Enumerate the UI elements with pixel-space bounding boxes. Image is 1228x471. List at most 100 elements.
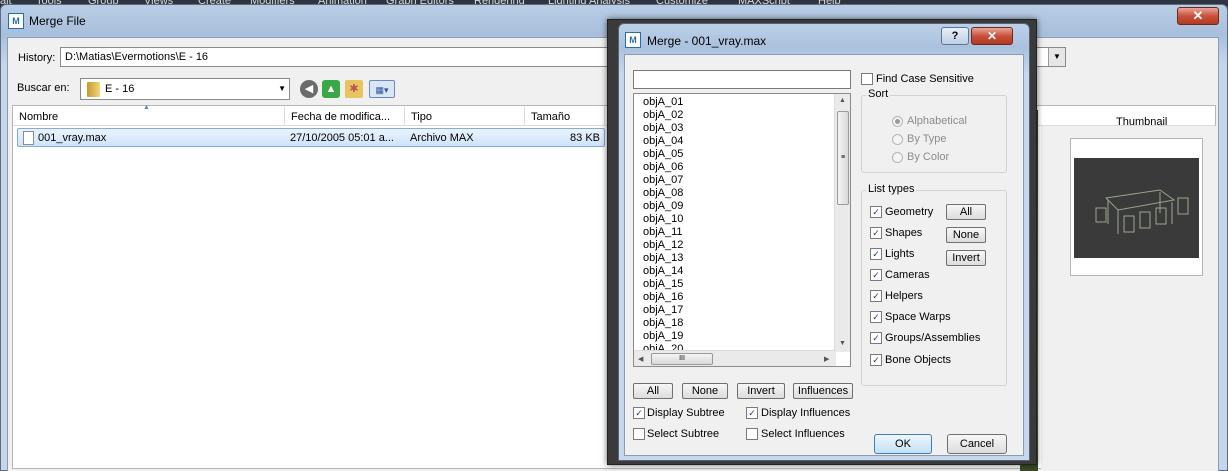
select-influences-label: Select Influences xyxy=(761,428,845,440)
scroll-right-icon[interactable]: ▶ xyxy=(824,355,829,363)
new-folder-icon[interactable]: ✱ xyxy=(345,80,363,98)
vertical-scrollbar[interactable]: ▲ ≡ ▼ xyxy=(834,94,850,352)
ok-button[interactable]: OK xyxy=(874,434,932,454)
file-row[interactable]: 001_vray.max 27/10/2005 05:01 a... Archi… xyxy=(17,128,605,147)
select-all-button[interactable]: All xyxy=(633,383,673,399)
object-list[interactable]: objA_01 objA_02 objA_03 objA_04 objA_05 … xyxy=(633,93,851,367)
column-header-size[interactable]: Tamaño xyxy=(525,106,605,126)
app-icon: M xyxy=(8,13,24,29)
column-header-date[interactable]: Fecha de modifica... xyxy=(285,106,405,126)
groups-assemblies-checkbox[interactable]: ✓ xyxy=(870,332,882,344)
select-invert-button[interactable]: Invert xyxy=(737,383,785,399)
close-button[interactable]: ✕ xyxy=(971,27,1013,45)
scroll-up-icon[interactable]: ▲ xyxy=(839,97,846,104)
list-item[interactable]: objA_13 xyxy=(643,252,683,265)
list-item[interactable]: objA_18 xyxy=(643,317,683,330)
bone-objects-label: Bone Objects xyxy=(885,354,952,366)
display-influences-label: Display Influences xyxy=(761,407,851,419)
list-item[interactable]: objA_12 xyxy=(643,239,683,252)
sort-group: Sort Alphabetical By Type By Color xyxy=(861,88,1007,173)
sort-group-title: Sort xyxy=(866,88,891,100)
select-subtree-label: Select Subtree xyxy=(647,428,720,440)
sort-by-color-radio[interactable] xyxy=(892,152,903,163)
lights-checkbox[interactable]: ✓ xyxy=(870,248,882,260)
space-warps-checkbox[interactable]: ✓ xyxy=(870,311,882,323)
bone-objects-checkbox[interactable]: ✓ xyxy=(870,354,882,366)
find-case-sensitive-checkbox[interactable] xyxy=(861,73,873,85)
space-warps-label: Space Warps xyxy=(885,311,951,323)
list-item[interactable]: objA_07 xyxy=(643,174,683,187)
up-folder-icon[interactable]: ▲ xyxy=(322,80,340,98)
list-item[interactable]: objA_04 xyxy=(643,135,683,148)
select-subtree-checkbox[interactable] xyxy=(633,428,645,440)
select-influences-checkbox[interactable] xyxy=(746,428,758,440)
dialog-title: Merge - 001_vray.max xyxy=(647,34,767,48)
cameras-label: Cameras xyxy=(885,269,930,281)
chevron-down-icon[interactable]: ▼ xyxy=(1048,48,1065,66)
scroll-thumb[interactable]: ≡ xyxy=(837,111,849,205)
helpers-checkbox[interactable]: ✓ xyxy=(870,290,882,302)
cancel-button[interactable]: Cancel xyxy=(947,434,1007,454)
horizontal-scrollbar[interactable]: ◀ III ▶ xyxy=(634,350,836,366)
display-influences-checkbox[interactable]: ✓ xyxy=(746,407,758,419)
list-types-invert-button[interactable]: Invert xyxy=(946,250,986,266)
display-subtree-checkbox[interactable]: ✓ xyxy=(633,407,645,419)
scroll-down-icon[interactable]: ▼ xyxy=(839,340,846,347)
thumbnail-panel xyxy=(1070,138,1203,276)
back-icon[interactable]: ◀ xyxy=(300,80,318,98)
views-menu-icon[interactable]: ▦▾ xyxy=(369,80,395,98)
history-value: D:\Matias\Evermotions\E - 16 xyxy=(65,51,209,63)
groups-assemblies-label: Groups/Assemblies xyxy=(885,332,981,344)
sort-by-color-label: By Color xyxy=(907,151,950,163)
filter-input[interactable] xyxy=(633,70,851,89)
file-date: 27/10/2005 05:01 a... xyxy=(290,132,394,144)
cameras-checkbox[interactable]: ✓ xyxy=(870,269,882,281)
list-item[interactable]: objA_09 xyxy=(643,200,683,213)
list-item[interactable]: objA_05 xyxy=(643,148,683,161)
file-size: 83 KB xyxy=(570,132,600,144)
lookin-combobox[interactable]: E - 16 ▼ xyxy=(80,78,290,100)
geometry-checkbox[interactable]: ✓ xyxy=(870,206,882,218)
list-item[interactable]: objA_02 xyxy=(643,109,683,122)
list-item[interactable]: objA_11 xyxy=(643,226,683,239)
window-title: Merge File xyxy=(29,14,86,28)
list-item[interactable]: objA_19 xyxy=(643,330,683,343)
list-types-all-button[interactable]: All xyxy=(946,204,986,220)
chevron-down-icon[interactable]: ▼ xyxy=(278,84,286,93)
sort-by-type-label: By Type xyxy=(907,133,947,145)
lookin-value: E - 16 xyxy=(105,83,135,95)
list-item[interactable]: objA_15 xyxy=(643,278,683,291)
lights-label: Lights xyxy=(885,248,915,260)
dialog-frame: M Merge - 001_vray.max ? ✕ objA_01 objA_… xyxy=(618,23,1030,461)
display-subtree-label: Display Subtree xyxy=(647,407,725,419)
list-types-none-button[interactable]: None xyxy=(946,227,986,243)
shapes-checkbox[interactable]: ✓ xyxy=(870,227,882,239)
sort-by-type-radio[interactable] xyxy=(892,134,903,145)
column-header-name[interactable]: ▲ Nombre xyxy=(13,104,285,126)
list-item[interactable]: objA_14 xyxy=(643,265,683,278)
column-header-type[interactable]: Tipo xyxy=(405,106,525,126)
select-influences-button[interactable]: Influences xyxy=(793,383,853,399)
list-item[interactable]: objA_10 xyxy=(643,213,683,226)
list-item[interactable]: objA_06 xyxy=(643,161,683,174)
help-button[interactable]: ? xyxy=(941,27,969,45)
sort-alphabetical-label: Alphabetical xyxy=(907,115,967,127)
close-button[interactable]: ✕ xyxy=(1177,7,1219,25)
list-item[interactable]: objA_16 xyxy=(643,291,683,304)
shapes-label: Shapes xyxy=(885,227,923,239)
list-item[interactable]: objA_03 xyxy=(643,122,683,135)
app-icon: M xyxy=(625,32,641,48)
file-type: Archivo MAX xyxy=(410,132,474,144)
list-item[interactable]: objA_08 xyxy=(643,187,683,200)
find-case-sensitive-label: Find Case Sensitive xyxy=(876,73,974,85)
list-item[interactable]: objA_01 xyxy=(643,96,683,109)
list-types-group-title: List types xyxy=(866,183,917,195)
scroll-left-icon[interactable]: ◀ xyxy=(638,355,643,363)
sort-alphabetical-radio[interactable] xyxy=(892,116,903,127)
select-none-button[interactable]: None xyxy=(682,383,728,399)
list-item[interactable]: objA_17 xyxy=(643,304,683,317)
scroll-thumb[interactable]: III xyxy=(651,353,713,365)
lookin-label: Buscar en: xyxy=(17,82,70,94)
folder-icon xyxy=(87,82,100,97)
file-icon xyxy=(23,131,34,145)
